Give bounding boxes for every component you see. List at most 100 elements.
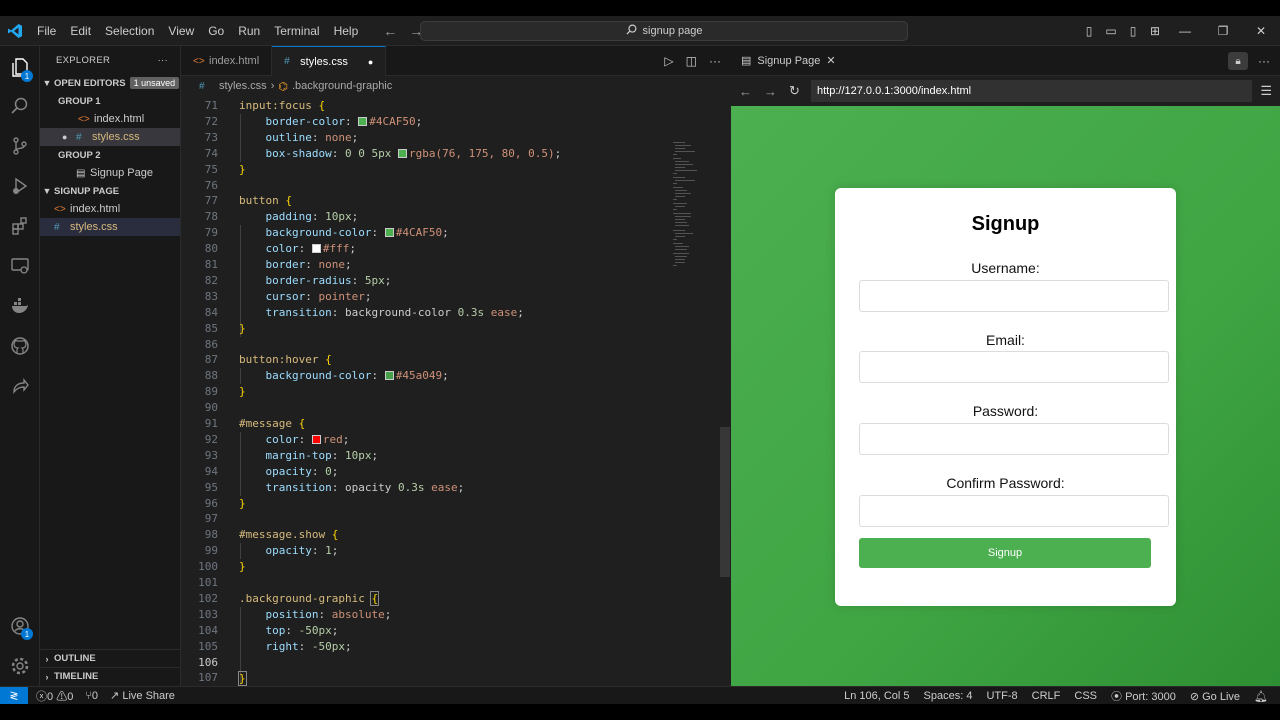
url-input[interactable]: http://127.0.0.1:3000/index.html	[811, 80, 1252, 102]
breadcrumb-file[interactable]: styles.css	[219, 80, 267, 92]
live-share-icon[interactable]	[0, 368, 40, 404]
editor-scrollbar[interactable]	[720, 427, 730, 577]
menu-terminal[interactable]: Terminal	[267, 16, 326, 46]
close-icon[interactable]: ✕	[826, 54, 835, 67]
property: box-shadow	[265, 147, 332, 160]
open-editor-index-html[interactable]: <> index.html	[40, 110, 180, 128]
settings-gear-icon[interactable]	[0, 648, 40, 684]
title-bar: File Edit Selection View Go Run Terminal…	[0, 16, 1280, 46]
color-swatch[interactable]	[311, 435, 321, 444]
menu-help[interactable]: Help	[327, 16, 366, 46]
project-file-styles-css[interactable]: # styles.css	[40, 218, 180, 236]
code-line-93: margin-top: 10px;	[265, 449, 379, 462]
password-input[interactable]	[859, 423, 1169, 455]
menu-go[interactable]: Go	[201, 16, 231, 46]
extensions-icon[interactable]	[0, 208, 40, 244]
accounts-icon[interactable]: 1	[0, 608, 40, 644]
activity-bar: 1 1	[0, 46, 40, 686]
run-icon[interactable]: ▷	[664, 54, 673, 68]
value: 0	[325, 465, 332, 478]
live-share-button[interactable]: ↗ Live Share	[110, 689, 175, 702]
line-number: 99	[204, 544, 218, 558]
open-editor-signup-page[interactable]: ▤ Signup Page	[40, 164, 180, 182]
end-of-line[interactable]: CRLF	[1032, 690, 1061, 702]
tab-styles-css[interactable]: # styles.css ●	[272, 46, 387, 76]
problems-indicator[interactable]: ⓧ0 ⚠0	[36, 688, 73, 704]
explorer-icon[interactable]: 1	[0, 50, 40, 86]
signup-button[interactable]: Signup	[859, 538, 1151, 568]
menu-edit[interactable]: Edit	[63, 16, 98, 46]
brace: {	[285, 194, 292, 207]
breadcrumb-symbol[interactable]: .background-graphic	[292, 80, 392, 92]
browser-menu-icon[interactable]: ☰	[1260, 83, 1272, 99]
more-actions-icon[interactable]: ···	[709, 54, 721, 68]
customize-layout-icon[interactable]: ⊞	[1144, 24, 1166, 38]
color-swatch[interactable]	[358, 117, 368, 126]
project-folder-section[interactable]: ▼ SIGNUP PAGE	[40, 182, 180, 200]
email-input[interactable]	[859, 351, 1169, 383]
indentation[interactable]: Spaces: 4	[924, 690, 973, 702]
menu-view[interactable]: View	[161, 16, 201, 46]
editor-tabs: <> index.html # styles.css ● ▷ ◫ ···	[181, 46, 731, 76]
username-input[interactable]	[859, 280, 1169, 312]
more-actions-icon[interactable]: ···	[158, 55, 168, 66]
ports-indicator[interactable]: ⑂0	[85, 690, 98, 702]
cursor-position[interactable]: Ln 106, Col 5	[844, 690, 909, 702]
go-live-button[interactable]: ⊘ Go Live	[1190, 690, 1240, 703]
encoding[interactable]: UTF-8	[986, 690, 1017, 702]
toggle-panel-icon[interactable]: ▭	[1100, 24, 1122, 38]
html-file-icon: <>	[54, 203, 66, 215]
reload-icon[interactable]: ↻	[789, 83, 800, 99]
port-indicator[interactable]: ⦿ Port: 3000	[1111, 688, 1176, 704]
confirm-password-input[interactable]	[859, 495, 1169, 527]
color-swatch[interactable]	[384, 371, 394, 380]
command-center-label: signup page	[642, 25, 703, 37]
back-arrow-icon[interactable]: ←	[383, 23, 397, 39]
code-line-79: background-color: #4CAF50;	[265, 226, 449, 239]
close-window-icon[interactable]: ✕	[1242, 24, 1280, 38]
unsaved-dot-icon[interactable]: ●	[368, 57, 373, 67]
property: top	[265, 624, 286, 637]
color-swatch[interactable]	[384, 228, 394, 237]
remote-explorer-icon[interactable]	[0, 248, 40, 284]
notifications-bell-icon[interactable]: 🔔︎	[1254, 690, 1268, 703]
command-center-search[interactable]: signup page	[420, 21, 908, 41]
go-live-icon: ⊘	[1189, 690, 1200, 703]
code-editor[interactable]: 71 72 73 74 75 76 77 78 79 80 81 82 83 84 85 86 87 88 89 90…	[181, 98, 731, 719]
project-file-index-html[interactable]: <> index.html	[40, 200, 180, 218]
group-1-label[interactable]: GROUP 1	[40, 92, 180, 110]
source-control-icon[interactable]	[0, 128, 40, 164]
lock-icon[interactable]: 🔒︎	[1228, 52, 1248, 70]
open-editor-styles-css[interactable]: ● # styles.css	[40, 128, 180, 146]
browser-back-icon[interactable]: ←	[739, 84, 752, 99]
menu-run[interactable]: Run	[231, 16, 267, 46]
split-editor-icon[interactable]: ◫	[686, 54, 697, 68]
more-actions-icon[interactable]: ···	[1258, 54, 1270, 68]
toggle-sidebar-icon[interactable]: ▯	[1078, 24, 1100, 38]
docker-icon[interactable]	[0, 288, 40, 324]
code-line-71: input:focus {	[239, 99, 325, 112]
color-swatch[interactable]	[397, 149, 407, 158]
remote-indicator-icon[interactable]: ≷	[0, 686, 28, 705]
value: none	[325, 131, 352, 144]
github-icon[interactable]	[0, 328, 40, 364]
tab-index-html[interactable]: <> index.html	[181, 46, 273, 76]
minimap[interactable]	[673, 142, 713, 282]
menu-file[interactable]: File	[30, 16, 63, 46]
restore-icon[interactable]: ❐	[1204, 24, 1242, 38]
run-debug-icon[interactable]	[0, 168, 40, 204]
browser-forward-icon[interactable]: →	[764, 84, 777, 99]
search-icon[interactable]	[0, 88, 40, 124]
outline-section[interactable]: › OUTLINE	[40, 649, 181, 667]
open-editors-section[interactable]: ▼ OPEN EDITORS 1 unsaved	[40, 74, 180, 92]
explorer-sidebar: EXPLORER ··· ▼ OPEN EDITORS 1 unsaved GR…	[40, 46, 181, 686]
tab-signup-page[interactable]: ▤ Signup Page ✕	[731, 46, 846, 76]
language-mode[interactable]: CSS	[1074, 690, 1097, 702]
minimize-icon[interactable]: —	[1166, 24, 1204, 38]
selector: input:focus	[239, 99, 312, 112]
menu-selection[interactable]: Selection	[98, 16, 161, 46]
toggle-secondary-sidebar-icon[interactable]: ▯	[1122, 24, 1144, 38]
timeline-section[interactable]: › TIMELINE	[40, 667, 181, 685]
color-swatch[interactable]	[311, 244, 321, 253]
group-2-label[interactable]: GROUP 2	[40, 146, 180, 164]
